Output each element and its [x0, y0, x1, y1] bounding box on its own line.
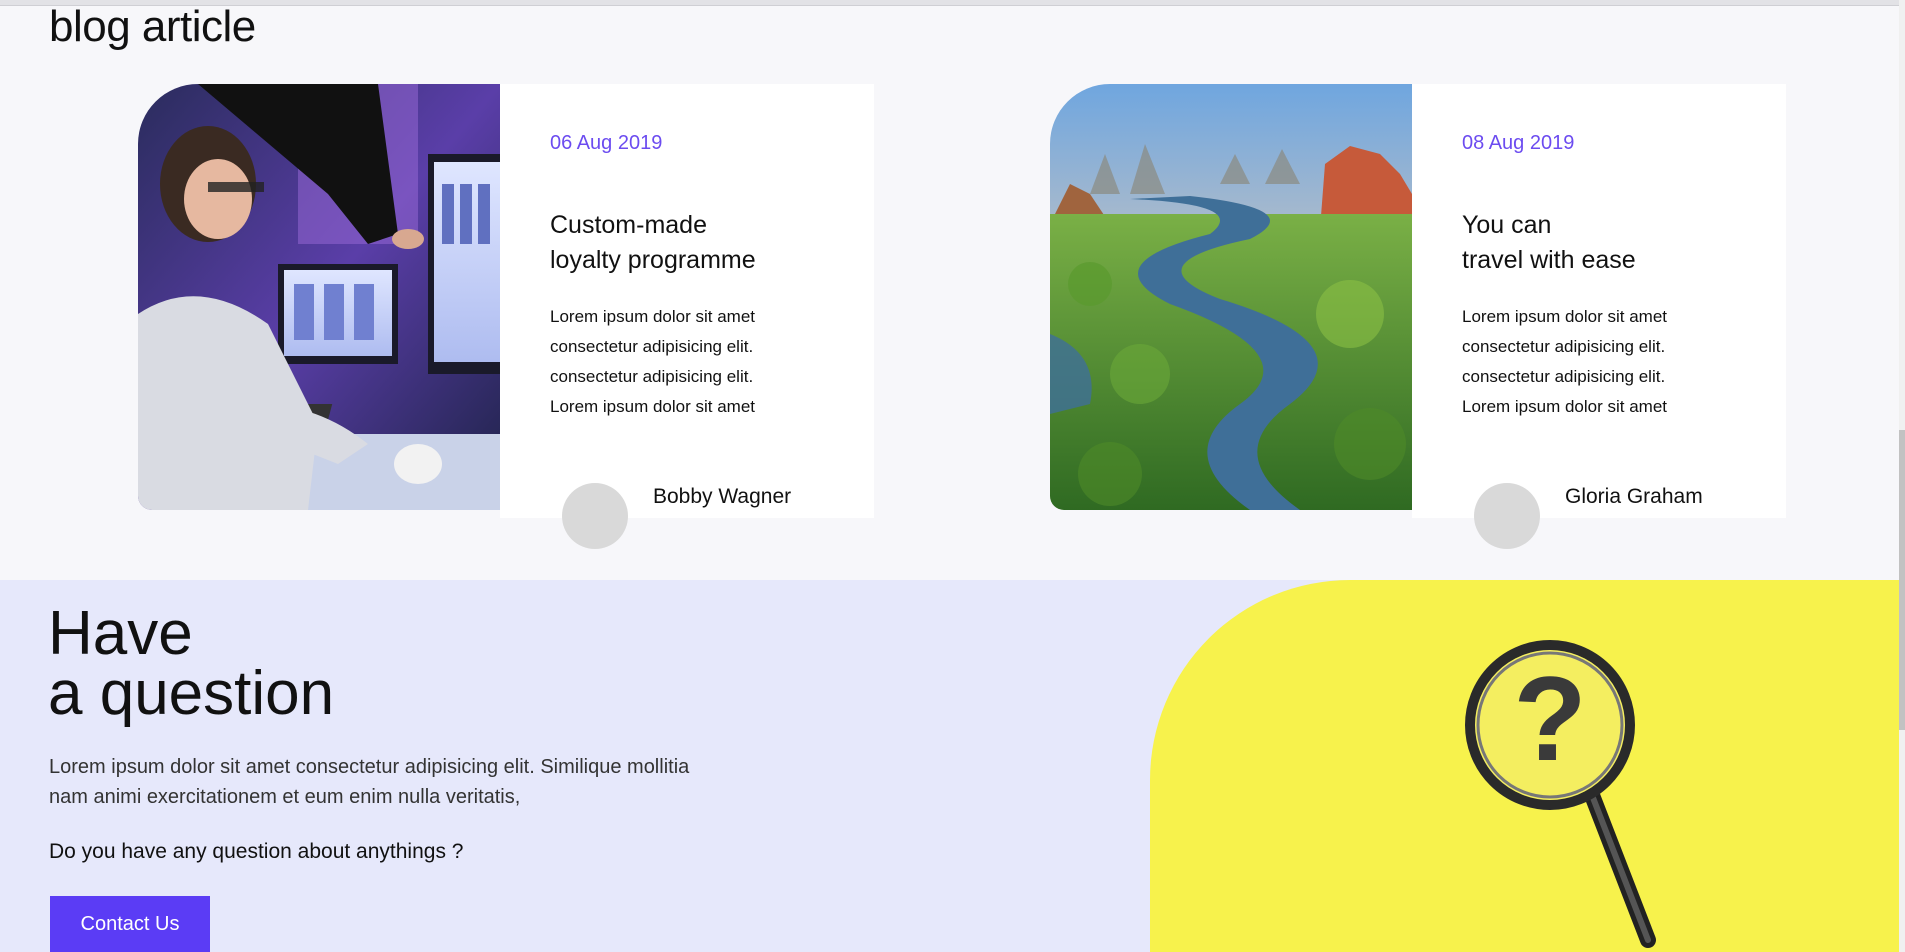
author-avatar	[562, 483, 628, 549]
scrollbar[interactable]	[1899, 0, 1905, 952]
contact-us-button[interactable]: Contact Us	[50, 896, 210, 952]
card-title-line-2: loyalty programme	[550, 246, 756, 274]
blog-card-1[interactable]: 06 Aug 2019 Custom-made loyalty programm…	[138, 84, 874, 549]
question-heading-line-2: a question	[48, 659, 335, 728]
blog-card-image-office[interactable]	[138, 84, 500, 510]
blog-card-body: 06 Aug 2019 Custom-made loyalty programm…	[500, 84, 874, 549]
question-section: Have a question Lorem ipsum dolor sit am…	[0, 580, 1905, 952]
blog-card-body: 08 Aug 2019 You can travel with ease Lor…	[1412, 84, 1786, 549]
card-excerpt-line: Lorem ipsum dolor sit amet	[1462, 397, 1668, 416]
card-title-line-1: Custom-made	[550, 211, 707, 239]
card-excerpt-line: consectetur adipisicing elit.	[1462, 367, 1666, 386]
question-description-line: Lorem ipsum dolor sit amet consectetur a…	[49, 756, 690, 778]
card-excerpt-line: consectetur adipisicing elit.	[550, 367, 754, 386]
card-title-line-1: You can	[1462, 211, 1552, 239]
card-title[interactable]: You can travel with ease	[1462, 208, 1762, 278]
card-excerpt-line: consectetur adipisicing elit.	[550, 337, 754, 356]
card-excerpt-line: consectetur adipisicing elit.	[1462, 337, 1666, 356]
card-excerpt-line: Lorem ipsum dolor sit amet	[550, 397, 756, 416]
card-date: 06 Aug 2019	[550, 132, 663, 154]
svg-text:?: ?	[1513, 652, 1586, 786]
card-excerpt: Lorem ipsum dolor sit amet consectetur a…	[550, 302, 850, 422]
blog-card-image-river[interactable]	[1050, 84, 1412, 510]
question-prompt: Do you have any question about anythings…	[49, 840, 464, 863]
card-excerpt-line: Lorem ipsum dolor sit amet	[550, 307, 756, 326]
blog-card-2[interactable]: 08 Aug 2019 You can travel with ease Lor…	[1050, 84, 1786, 549]
card-title[interactable]: Custom-made loyalty programme	[550, 208, 850, 278]
question-illustration: ?	[1150, 580, 1905, 952]
author-name[interactable]: Bobby Wagner	[653, 485, 791, 509]
question-description: Lorem ipsum dolor sit amet consectetur a…	[49, 752, 809, 812]
page: blog article 06 Aug 2019 Custom-made loy…	[0, 0, 1905, 952]
question-description-line: nam animi exercitationem et eum enim nul…	[49, 786, 521, 808]
author-avatar	[1474, 483, 1540, 549]
question-heading: Have a question	[48, 599, 335, 728]
blog-heading: blog article	[49, 2, 256, 51]
magnifier-question-icon: ?	[1465, 640, 1656, 948]
card-title-line-2: travel with ease	[1462, 246, 1636, 274]
card-date: 08 Aug 2019	[1462, 132, 1575, 154]
scrollbar-thumb[interactable]	[1899, 430, 1905, 730]
blog-section: blog article 06 Aug 2019 Custom-made loy…	[0, 0, 1905, 580]
author-name[interactable]: Gloria Graham	[1565, 485, 1703, 509]
top-divider	[0, 0, 1905, 6]
card-excerpt-line: Lorem ipsum dolor sit amet	[1462, 307, 1668, 326]
question-heading-line-1: Have	[48, 599, 193, 668]
card-excerpt: Lorem ipsum dolor sit amet consectetur a…	[1462, 302, 1762, 422]
